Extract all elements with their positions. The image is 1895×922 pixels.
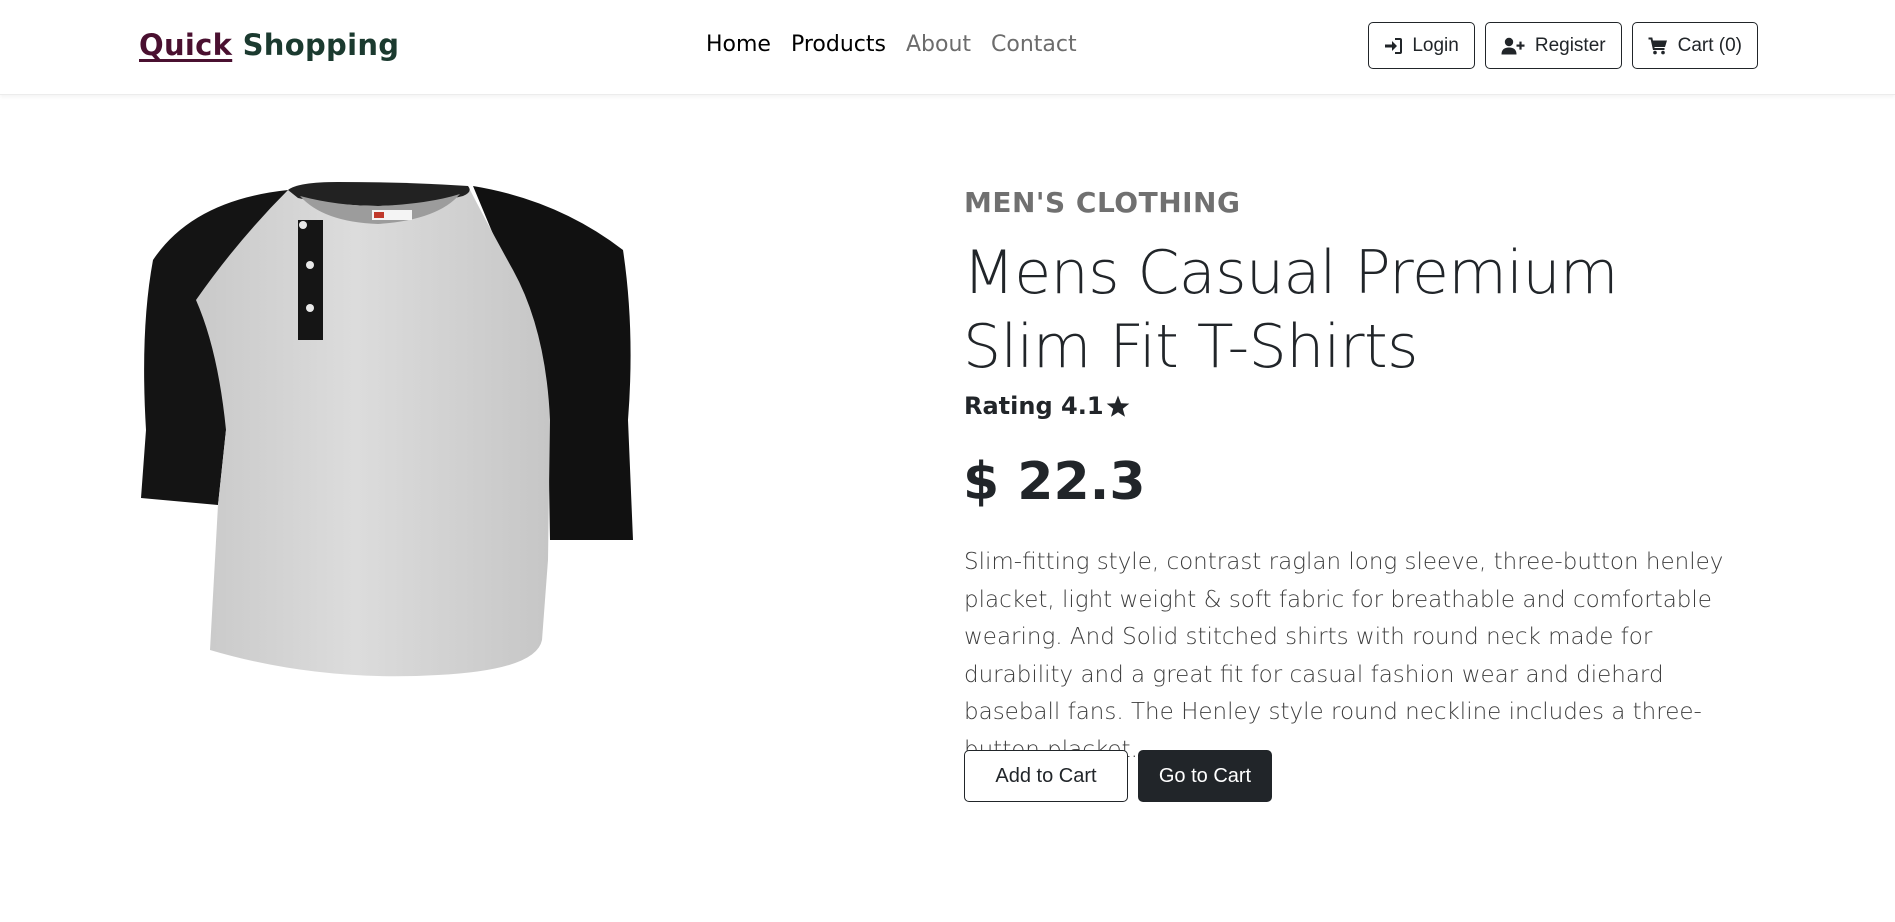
- star-icon: [1106, 395, 1129, 417]
- go-to-cart-button[interactable]: Go to Cart: [1138, 750, 1272, 802]
- product-actions: Add to Cart Go to Cart: [964, 750, 1272, 802]
- product-image: [141, 182, 633, 677]
- register-label: Register: [1534, 34, 1606, 56]
- brand-second-word: Shopping: [242, 28, 400, 62]
- nav-buttons: Login Register Cart (0): [1368, 22, 1758, 69]
- register-button[interactable]: Register: [1484, 22, 1622, 69]
- navbar: Quick Shopping Home Products About Conta…: [0, 0, 1895, 95]
- product-rating: Rating 4.1: [964, 392, 1130, 420]
- brand-logo[interactable]: Quick Shopping: [139, 28, 399, 62]
- rating-label: Rating 4.1: [964, 392, 1104, 420]
- main-nav: Home Products About Contact: [706, 32, 1077, 57]
- product-title: Mens Casual Premium Slim Fit T-Shirts: [963, 238, 1618, 382]
- nav-link-products[interactable]: Products: [791, 32, 886, 57]
- nav-link-contact[interactable]: Contact: [991, 32, 1077, 57]
- brand-first-word: Quick: [139, 28, 233, 62]
- product-price: $ 22.3: [963, 452, 1146, 512]
- nav-link-home[interactable]: Home: [706, 32, 771, 57]
- add-to-cart-button[interactable]: Add to Cart: [964, 750, 1128, 802]
- shopping-cart-icon: [1648, 37, 1667, 54]
- sign-in-icon: [1385, 37, 1403, 54]
- login-label: Login: [1412, 34, 1459, 56]
- product-description: Slim-fitting style, contrast raglan long…: [964, 549, 1724, 763]
- product-category: MEN'S CLOTHING: [964, 186, 1241, 219]
- user-plus-icon: [1501, 37, 1525, 54]
- login-button[interactable]: Login: [1368, 22, 1475, 69]
- cart-label: Cart (0): [1677, 34, 1742, 56]
- nav-link-about[interactable]: About: [906, 32, 971, 57]
- cart-button[interactable]: Cart (0): [1631, 22, 1758, 69]
